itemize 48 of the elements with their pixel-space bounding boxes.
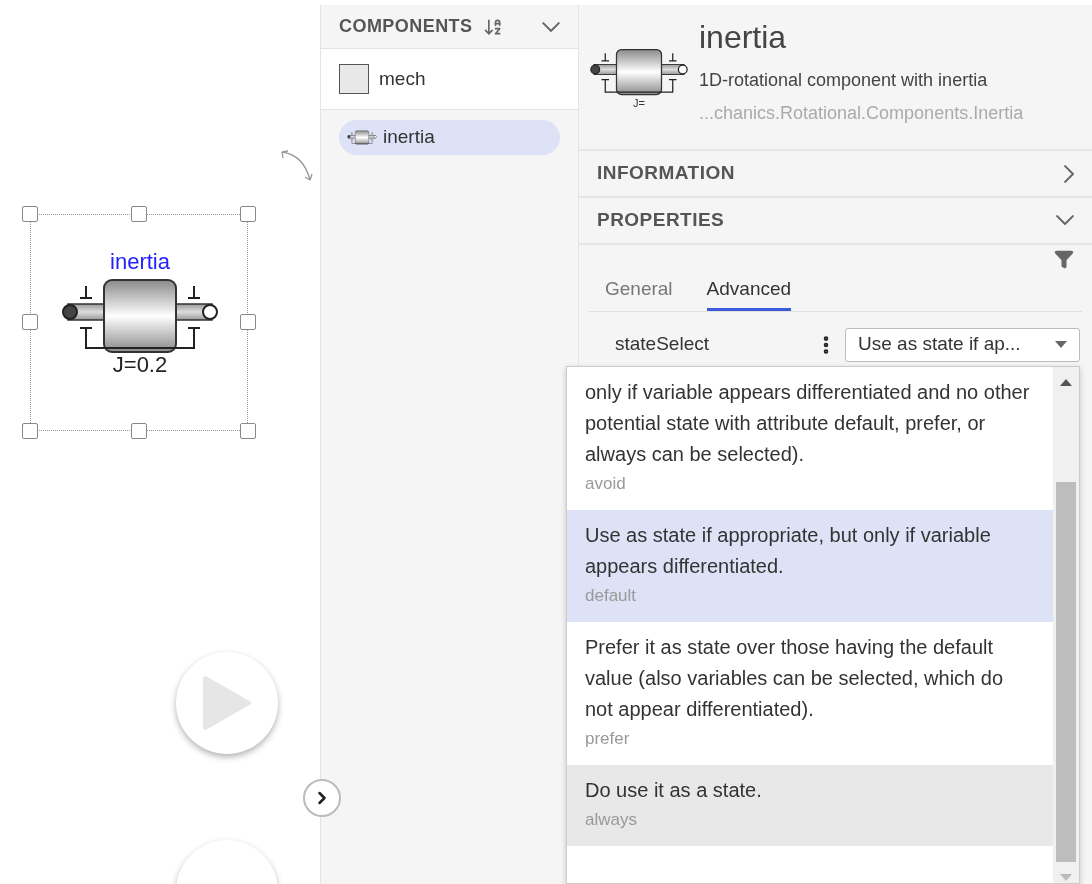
scroll-thumb[interactable] <box>1056 482 1076 862</box>
resize-handle[interactable] <box>131 206 147 222</box>
resize-handle[interactable] <box>131 423 147 439</box>
dropdown-option[interactable]: Do use it as a state. always <box>567 765 1053 846</box>
resize-handle[interactable] <box>240 206 256 222</box>
play-icon <box>201 674 253 732</box>
section-header[interactable]: PROPERTIES <box>579 198 1092 245</box>
filter-icon[interactable] <box>1054 249 1074 269</box>
dropdown-arrow-icon <box>1055 341 1067 348</box>
resize-handle[interactable] <box>22 423 38 439</box>
class-path: ...chanics.Rotational.Components.Inertia <box>699 102 1024 125</box>
component-label: inertia <box>110 248 170 276</box>
scroll-up-icon <box>1060 379 1072 386</box>
resize-handle[interactable] <box>240 423 256 439</box>
value-dropdown[interactable]: Use as state if ap... <box>845 327 1080 362</box>
scrollbar[interactable] <box>1053 367 1079 883</box>
option-value: default <box>585 585 638 607</box>
chevron-icon <box>1056 215 1074 226</box>
parameter-name: stateSelect <box>615 332 710 357</box>
dropdown-option[interactable]: only if variable appears differentiated and no other potential state with attribute default, prefer, or always can be selected). avoid <box>567 367 1053 510</box>
tree-item[interactable]: mech <box>321 49 578 110</box>
option-description: Prefer it as state over those having the default value (also variables can be selected, which do not appear differentiated). <box>585 635 1005 722</box>
inertia-icon <box>347 130 377 145</box>
tab[interactable]: General <box>605 275 673 311</box>
resize-handle[interactable] <box>240 314 256 330</box>
collapse-icon[interactable] <box>542 21 560 32</box>
option-value: always <box>585 809 638 831</box>
expand-button[interactable] <box>303 779 341 817</box>
dropdown-option[interactable]: Use as state if appropriate, but only if variable appears differentiated. default <box>567 510 1053 622</box>
option-value: avoid <box>585 473 627 495</box>
inertia-icon <box>589 47 689 97</box>
resize-handle[interactable] <box>22 206 38 222</box>
component-title: inertia <box>699 18 788 57</box>
component-description: 1D-rotational component with inertia <box>699 69 989 92</box>
option-description: only if variable appears differentiated and no other potential state with attribute default, prefer, or always can be selected). <box>585 380 1031 467</box>
tab[interactable]: Advanced <box>706 275 792 311</box>
option-description: Use as state if appropriate, but only if variable appears differentiated. <box>585 523 992 579</box>
tree-item[interactable]: inertia <box>339 120 560 155</box>
option-value: prefer <box>585 728 631 750</box>
chevron-icon <box>1063 164 1074 183</box>
panel-title: COMPONENTS <box>339 15 473 38</box>
icon-label: J= <box>633 97 645 109</box>
package-icon <box>339 64 369 94</box>
scroll-down-icon <box>1060 874 1072 881</box>
resize-handle[interactable] <box>22 314 38 330</box>
section-header[interactable]: INFORMATION <box>579 151 1092 198</box>
parameter-label: J=0.2 <box>112 352 168 378</box>
option-description: Do use it as a state. <box>585 778 763 803</box>
